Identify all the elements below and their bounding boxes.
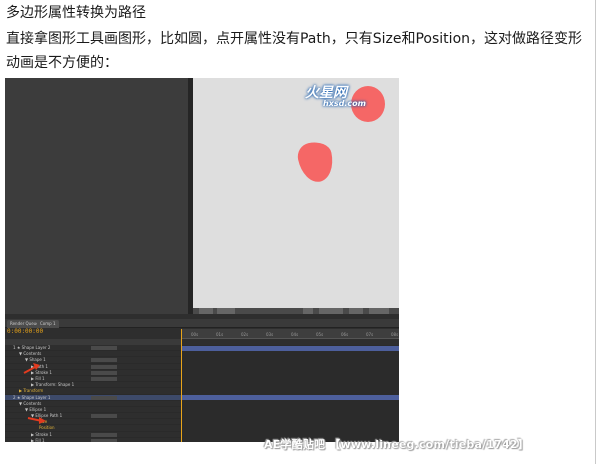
layer-row-label: 1 ★ Shape Layer 2 xyxy=(13,345,51,350)
ruler-tick: 05s xyxy=(316,332,324,337)
layer-list: 1 ★ Shape Layer 2 ▼ Contents ▼ Shape 1 ▶ Pa… xyxy=(5,345,181,442)
layer-row-label: Position xyxy=(39,425,55,431)
layer-row-label: ▶ Fill 1 xyxy=(31,437,45,442)
layer-row-label: ▼ Contents xyxy=(19,400,42,406)
ruler-tick: 06s xyxy=(341,332,349,337)
playhead xyxy=(181,329,182,442)
timecode: 0:00:00:00 xyxy=(7,328,44,335)
ruler-tick: 01s xyxy=(216,332,224,337)
red-arrow-icon xyxy=(23,363,40,374)
ruler-tick: 07s xyxy=(366,332,374,337)
time-ruler: 00s 01s 02s 03s 04s 05s 06s 07s 08s xyxy=(181,329,399,339)
ruler-tick: 02s xyxy=(241,332,249,337)
body-paragraph: 直接拿图形工具画图形，比如圆，点开属性没有Path，只有Size和Positio… xyxy=(6,31,583,71)
layer-bar-2 xyxy=(181,395,399,400)
layer-row-label: 2 ★ Shape Layer 1 xyxy=(13,394,51,400)
logo-sub: hxsd.com xyxy=(323,99,366,108)
track-area xyxy=(181,345,399,442)
section-heading: 多边形属性转换为路径 xyxy=(6,5,146,21)
layer-row[interactable]: ▶ Fill 1 xyxy=(5,438,181,442)
path-shape xyxy=(295,138,337,186)
layer-row-label: ▶ Fill 1 xyxy=(31,375,45,381)
layer-mode-field[interactable] xyxy=(91,376,117,381)
red-arrow-icon xyxy=(27,417,46,424)
project-panel xyxy=(5,78,188,314)
ruler-tick: 04s xyxy=(291,332,299,337)
layer-mode-field[interactable] xyxy=(91,358,117,363)
ruler-tick: 08s xyxy=(391,332,399,337)
timeline-tab-comp: Comp 1 xyxy=(37,320,59,328)
layer-bar-1 xyxy=(181,346,399,351)
layer-mode-field[interactable] xyxy=(91,414,117,419)
layer-mode-field[interactable] xyxy=(91,438,117,442)
ruler-tick: 00s xyxy=(191,332,199,337)
timeline-tabs: Render Queue Comp 1 xyxy=(5,319,399,328)
layer-row-label: ▼ Contents xyxy=(19,351,42,357)
layer-mode-field[interactable] xyxy=(91,395,117,400)
layer-row-label: ▶ Stroke 1 xyxy=(31,431,52,437)
layer-mode-field[interactable] xyxy=(91,346,117,350)
watermark: AE学酷贴吧 【www.lineeg.com/tieba/1742】 xyxy=(264,438,529,451)
viewer-toolbar xyxy=(193,308,399,314)
layer-mode-field[interactable] xyxy=(91,364,117,369)
ruler-tick: 03s xyxy=(266,332,274,337)
layer-row-label: ▶ Transform: Shape 1 xyxy=(31,382,75,388)
after-effects-screenshot: 火星网 hxsd.com Render Queue Comp 1 0:00:00… xyxy=(5,78,399,442)
composition-viewer: 火星网 hxsd.com xyxy=(193,78,399,308)
layer-row-label: ▶ Transform xyxy=(19,388,44,394)
layer-mode-field[interactable] xyxy=(91,432,117,437)
hxsd-logo: 火星网 hxsd.com xyxy=(305,82,366,108)
layer-row-label: ▼ Ellipse 1 xyxy=(25,406,47,412)
right-border xyxy=(595,0,596,464)
layer-mode-field[interactable] xyxy=(91,370,117,375)
